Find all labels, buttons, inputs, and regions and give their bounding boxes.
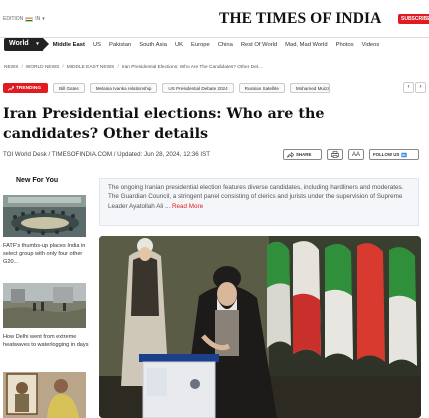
chevron-right-icon[interactable]: › [415,82,426,93]
font-size-button[interactable]: AA [348,149,364,160]
trending-arrow-icon [8,85,14,91]
site-logo[interactable]: THE TIMES OF INDIA [219,10,381,28]
article-actions: SHARE AA FOLLOW US [283,149,419,160]
trending-bar: TRENDING Bill Gates Melania Ivanka relat… [3,82,429,94]
sidebar-card-title[interactable]: How Delhi went from extreme heatwaves to… [3,333,89,349]
print-button[interactable] [327,149,343,160]
nav-item-europe[interactable]: Europe [191,42,210,48]
breadcrumb: NEWS / WORLD NEWS / MIDDLE EAST NEWS / I… [4,65,262,70]
breadcrumb-current: Iran Presidential Elections: Who Are The… [121,65,263,70]
chevron-left-icon[interactable]: ‹ [403,82,414,93]
breadcrumb-separator: / [117,65,119,70]
sidebar-card-image[interactable] [3,283,86,328]
google-news-icon [401,152,408,157]
read-more-link[interactable]: Read More [172,203,203,210]
breadcrumb-middle-east-news[interactable]: MIDDLE EAST NEWS [67,65,115,70]
nav-item-photos[interactable]: Photos [336,42,354,48]
nav-item-china[interactable]: China [218,42,233,48]
article-title: Iran Presidential elections: Who are the… [3,106,325,142]
top-bar: EDITION IN ▾ THE TIMES OF INDIA SUBSCRIB… [0,0,429,38]
follow-label: FOLLOW US [373,152,400,157]
trending-arrows: ‹ › [401,82,426,93]
trending-chip[interactable]: Russian Satellite [238,83,285,93]
nav-item-uk[interactable]: UK [175,42,183,48]
nav-item-us[interactable]: US [93,42,101,48]
india-flag-icon [25,16,34,22]
sidebar-title: New For You [16,177,59,184]
nav-item-pakistan[interactable]: Pakistan [109,42,131,48]
nav-world-tab[interactable]: World ▾ [4,38,49,51]
print-icon [331,151,339,158]
breadcrumb-separator: / [21,65,23,70]
nav-item-middle-east[interactable]: Middle East [53,42,85,48]
trending-chip[interactable]: Bill Gates [53,83,85,93]
nav-world-label: World [9,40,29,47]
share-icon [287,151,294,158]
share-button[interactable]: SHARE [283,149,322,160]
sidebar-card-image[interactable] [3,372,86,418]
trending-chip[interactable]: Melania Ivanka relationship [89,83,158,93]
nav-item-mad-mad-world[interactable]: Mad, Mad World [285,42,327,48]
trending-label: TRENDING [3,83,49,93]
breadcrumb-world-news[interactable]: WORLD NEWS [26,65,60,70]
nav-item-videos[interactable]: Videos [362,42,380,48]
sidebar-card-image[interactable] [3,195,86,237]
trending-label-text: TRENDING [16,85,42,91]
article-hero-image [99,236,421,418]
summary-text: The ongoing Iranian presidential electio… [108,184,404,210]
chevron-down-icon: ▾ [42,16,45,22]
breadcrumb-news[interactable]: NEWS [4,65,18,70]
subscribe-button[interactable]: SUBSCRIBE [398,14,429,24]
article-summary: The ongoing Iranian presidential electio… [99,178,419,226]
edition-label: EDITION [3,16,24,22]
breadcrumb-separator: / [62,65,64,70]
trending-chip[interactable]: Mohamed Muizz [289,83,330,93]
follow-us-button[interactable]: FOLLOW US [369,149,419,160]
edition-selector[interactable]: EDITION IN ▾ [3,16,45,22]
nav-items: Middle East US Pakistan South Asia UK Eu… [53,42,380,48]
nav-item-rest-of-world[interactable]: Rest Of World [241,42,277,48]
edition-value: IN [35,16,41,22]
chevron-down-icon: ▾ [36,41,39,47]
article-byline: TOI World Desk / TIMESOFINDIA.COM / Upda… [3,151,211,158]
section-nav: World ▾ Middle East US Pakistan South As… [0,37,429,52]
nav-item-south-asia[interactable]: South Asia [139,42,167,48]
sidebar-card-title[interactable]: FATF's thumbs-up places India in select … [3,242,89,266]
trending-chip[interactable]: US Presidential Debate 2024 [162,83,234,93]
share-label: SHARE [296,152,312,157]
